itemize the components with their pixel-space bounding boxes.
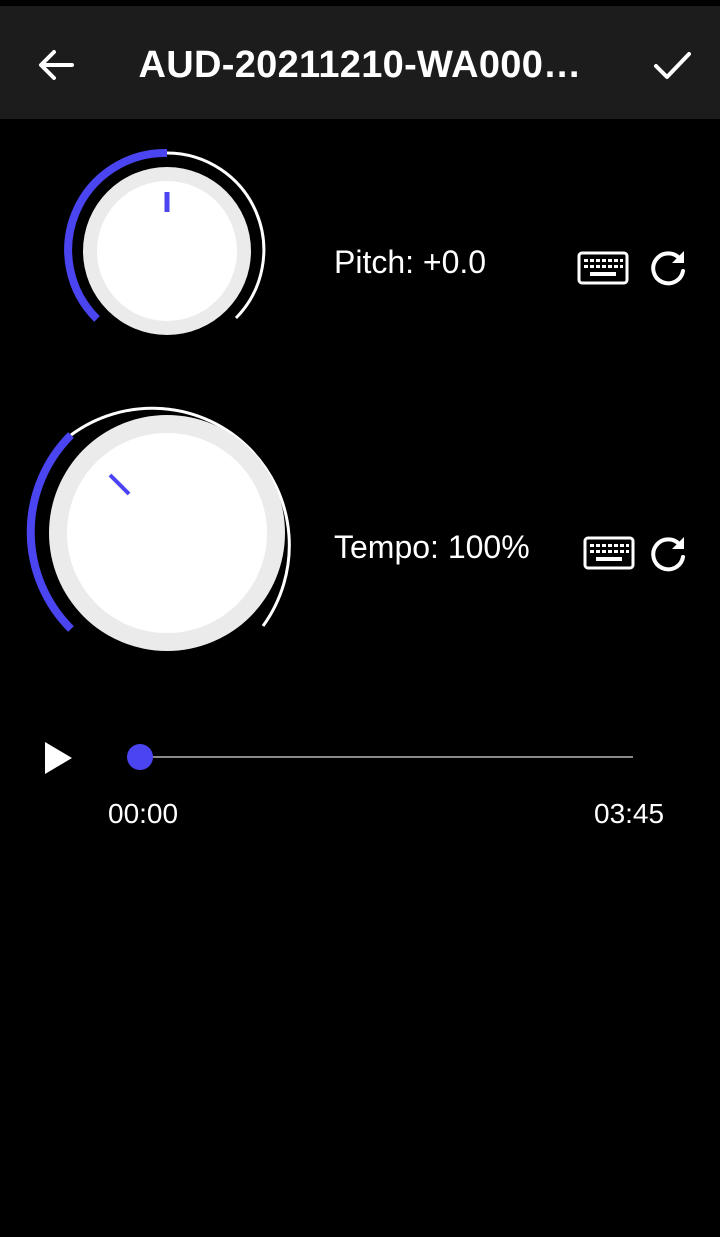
refresh-icon xyxy=(651,251,685,286)
current-time: 00:00 xyxy=(108,798,179,829)
keyboard-icon xyxy=(583,536,635,570)
pitch-knob[interactable] xyxy=(55,140,280,345)
tempo-reset-button[interactable] xyxy=(644,530,692,578)
total-time: 03:45 xyxy=(594,798,665,829)
checkmark-icon xyxy=(654,52,691,79)
play-button[interactable] xyxy=(30,730,86,786)
tempo-label: Tempo: 100% xyxy=(334,529,530,565)
refresh-icon xyxy=(651,537,685,572)
pitch-keyboard-button[interactable] xyxy=(573,246,633,290)
pitch-label: Pitch: +0.0 xyxy=(334,244,487,280)
seek-bar[interactable] xyxy=(140,756,633,758)
play-icon xyxy=(45,742,72,774)
tempo-knob[interactable] xyxy=(20,385,320,665)
tempo-keyboard-button[interactable] xyxy=(579,531,639,575)
page-title: AUD-20211210-WA000… xyxy=(138,44,582,86)
confirm-button[interactable] xyxy=(636,29,708,101)
seek-thumb[interactable] xyxy=(127,744,153,770)
pitch-reset-button[interactable] xyxy=(644,244,692,292)
keyboard-icon xyxy=(577,251,629,285)
